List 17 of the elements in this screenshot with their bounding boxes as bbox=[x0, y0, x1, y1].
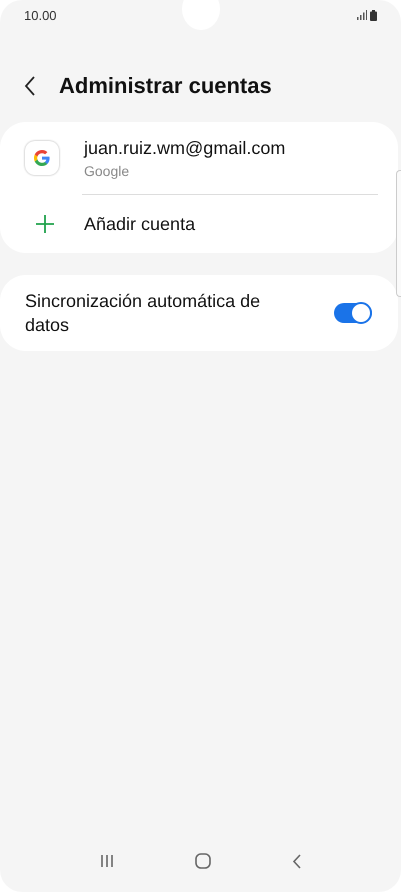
page-title: Administrar cuentas bbox=[59, 73, 272, 99]
account-email: juan.ruiz.wm@gmail.com bbox=[84, 138, 286, 158]
setting-label: Sincronización automática de datos bbox=[25, 290, 262, 337]
recent-apps-icon bbox=[100, 854, 114, 868]
account-item[interactable]: juan.ruiz.wm@gmail.com Google bbox=[0, 122, 398, 194]
plus-icon bbox=[35, 214, 55, 234]
back-nav-button[interactable] bbox=[292, 854, 301, 868]
google-icon bbox=[25, 141, 59, 175]
back-icon bbox=[292, 854, 301, 868]
home-button[interactable] bbox=[194, 852, 212, 870]
status-time: 10.00 bbox=[24, 8, 57, 22]
signal-icon bbox=[357, 10, 367, 20]
account-provider: Google bbox=[84, 162, 130, 178]
add-account-link[interactable]: Añadir cuenta bbox=[84, 214, 196, 234]
toggle-switch[interactable] bbox=[334, 303, 372, 323]
recent-apps-button[interactable] bbox=[100, 854, 114, 868]
battery-icon bbox=[370, 10, 377, 20]
